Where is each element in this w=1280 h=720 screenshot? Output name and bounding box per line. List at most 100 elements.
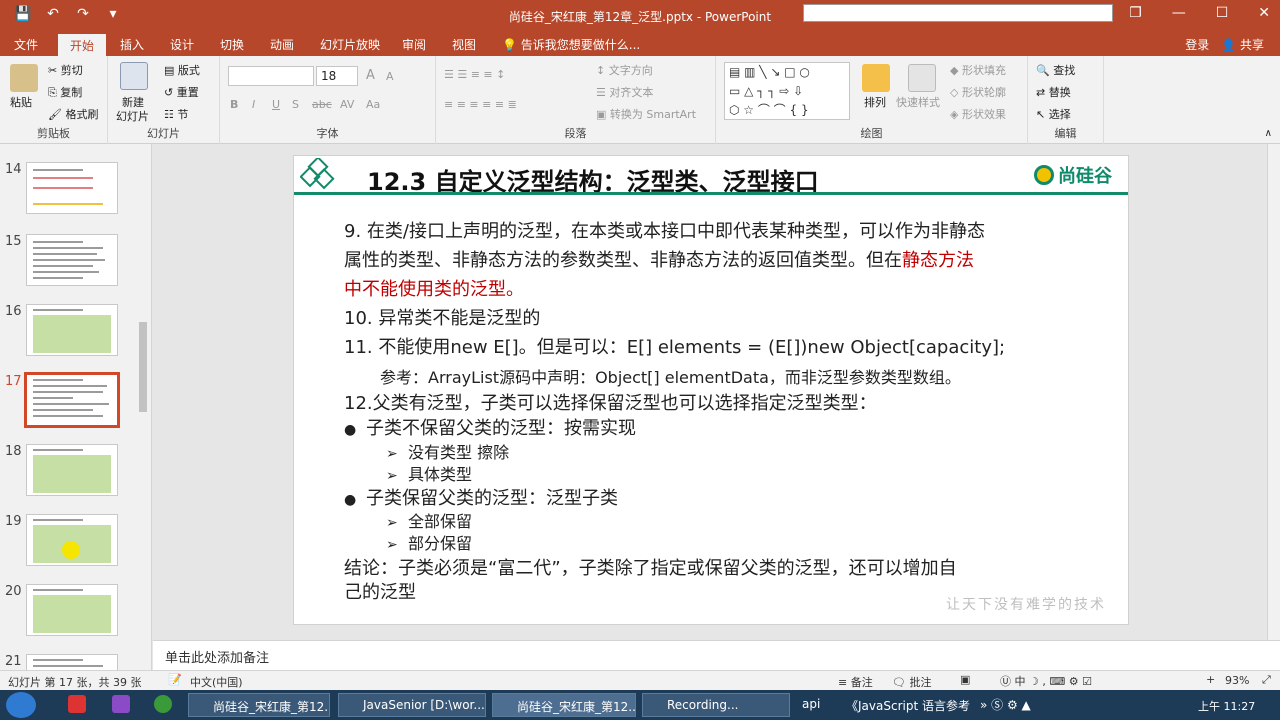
reset-button[interactable]: ↺ 重置 [164,84,199,100]
slide-text-highlight-line[interactable]: 中不能使用类的泛型。 [344,275,524,301]
taskbar-app-icon[interactable] [68,695,86,713]
shape-effects-button[interactable]: ◈ 形状效果 [950,106,1006,122]
collapse-ribbon-icon[interactable]: ∧ [1265,128,1272,139]
thumbnail-image-selected[interactable] [24,372,120,428]
tab-file[interactable]: 文件 [14,36,38,53]
slide-text-line[interactable]: 参考：ArrayList源码中声明：Object[] elementData，而… [380,364,961,388]
new-slide-icon[interactable] [120,62,148,90]
layout-button[interactable]: ▤ 版式 [164,62,200,78]
chrome-icon[interactable] [154,695,172,713]
tab-home[interactable]: 开始 [58,34,107,56]
close-icon[interactable]: ✕ [1258,5,1270,21]
underline-button[interactable]: U [272,98,280,111]
slide-text-line[interactable]: 结论：子类必须是“富二代”，子类除了指定或保留父类的泛型，还可以增加自 [344,554,957,580]
tab-design[interactable]: 设计 [170,36,194,53]
arrange-label[interactable]: 排列 [864,94,886,110]
sub-bullet-item[interactable]: ➢ 具体类型 [386,461,472,485]
notes-placeholder[interactable]: 单击此处添加备注 [165,647,269,666]
tab-transitions[interactable]: 切换 [220,36,244,53]
paste-label[interactable]: 粘贴 [10,94,32,110]
bullet-item[interactable]: ● 子类保留父类的泛型：泛型子类 [344,484,618,510]
tray-icons[interactable]: » Ⓢ ⚙ ▲ [980,696,1031,713]
cut-button[interactable]: ✂ 剪切 [48,62,83,78]
paste-icon[interactable] [10,64,38,92]
replace-button[interactable]: ⇄ 替换 [1036,84,1071,100]
taskbar-app-icon[interactable] [112,695,130,713]
align-icons[interactable]: ≡ ≡ ≡ ≡ ≡ ≣ [444,98,517,111]
strikethrough-button[interactable]: abc [312,98,332,111]
font-size-select[interactable]: 18 [316,66,358,86]
shape-fill-button[interactable]: ◆ 形状填充 [950,62,1006,78]
slide-text-line[interactable]: 12.父类有泛型，子类可以选择保留泛型也可以选择指定泛型类型： [344,389,877,415]
thumbnail-15[interactable]: 15 [0,234,140,290]
shapes-gallery[interactable]: ▤ ▥ ╲ ↘ □ ○ ▭ △ ┐ ┐ ⇨ ⇩ ⬡ ☆ ⌒ ⌒ { } [724,62,850,120]
text-direction-button[interactable]: ↕ 文字方向 [596,62,653,78]
maximize-icon[interactable]: ☐ [1216,5,1229,21]
normal-view-icon[interactable]: ▣ [960,673,970,686]
thumbnail-image[interactable] [26,654,118,670]
minimize-icon[interactable]: — [1172,5,1186,21]
tab-view[interactable]: 视图 [452,36,476,53]
thumbnail-16[interactable]: 16 [0,304,140,360]
align-text-button[interactable]: ☰ 对齐文本 [596,84,653,100]
select-button[interactable]: ↖ 选择 [1036,106,1071,122]
clock[interactable]: 上午 11:27 [1198,698,1255,714]
thumbnail-image[interactable] [26,304,118,356]
italic-button[interactable]: I [252,98,255,111]
taskbar-item[interactable]: 尚硅谷_宋红康_第12... [188,693,330,717]
bullet-item[interactable]: ● 子类不保留父类的泛型：按需实现 [344,414,636,440]
shrink-font-button[interactable]: A [386,70,394,83]
shape-outline-button[interactable]: ◇ 形状轮廓 [950,84,1006,100]
tell-me-search[interactable]: 💡 告诉我您想要做什么... [502,36,640,53]
login-link[interactable]: 登录 [1185,36,1209,53]
zoom-in-icon[interactable]: + [1206,673,1215,686]
sub-bullet-item[interactable]: ➢ 部分保留 [386,530,472,554]
language-indicator[interactable]: 中文(中国) [190,674,243,690]
grow-font-button[interactable]: A [366,68,375,83]
zoom-level[interactable]: 93% [1225,674,1249,687]
thumbnail-image[interactable] [26,584,118,636]
font-family-select[interactable] [228,66,314,86]
thumbnail-18[interactable]: 18 [0,444,140,500]
new-slide-label-2[interactable]: 幻灯片 [116,108,149,124]
slide-scrollbar[interactable] [1267,144,1280,640]
start-button[interactable] [6,692,36,718]
smartart-button[interactable]: ▣ 转换为 SmartArt [596,106,696,122]
thumbnail-17[interactable]: 17 [0,372,140,430]
share-button[interactable]: 👤 共享 [1221,36,1264,53]
format-painter-button[interactable]: 🖌 格式刷 [48,106,98,122]
thumbnail-image[interactable] [26,444,118,496]
taskbar-item-active[interactable]: 尚硅谷_宋红康_第12... [492,693,636,717]
notes-pane[interactable]: 单击此处添加备注 [153,640,1280,670]
copy-button[interactable]: ⎘ 复制 [48,84,82,100]
ribbon-display-icon[interactable]: ❐ [1129,5,1142,21]
arrange-icon[interactable] [862,64,890,92]
thumbnail-image[interactable] [26,162,118,214]
change-case-button[interactable]: Aa [366,98,380,111]
sub-bullet-item[interactable]: ➢ 全部保留 [386,508,472,532]
tray-tab-label[interactable]: 《JavaScript 语言参考... [846,697,970,714]
slide-text-line[interactable]: 属性的类型、非静态方法的参数类型、非静态方法的返回值类型。但在静态方法 [344,246,974,272]
thumbnail-21[interactable]: 21 [0,654,140,670]
ime-toolbar[interactable]: Ⓤ 中 ☽ , ⌨ ⚙ ☑ [1000,673,1092,689]
bold-button[interactable]: B [230,98,238,111]
slide-text-line[interactable]: 己的泛型 [344,578,416,604]
thumbnail-20[interactable]: 20 [0,584,140,640]
current-slide[interactable]: 12.3 自定义泛型结构：泛型类、泛型接口 尚硅谷 9. 在类/接口上声明的泛型… [293,155,1129,625]
taskbar-item[interactable]: Recording... [642,693,790,717]
tab-review[interactable]: 审阅 [402,36,426,53]
notes-button[interactable]: ≡ 备注 [838,674,873,690]
thumbnails-scrollbar-thumb[interactable] [139,322,147,412]
comments-button[interactable]: 🗨 批注 [892,674,931,690]
thumbnail-14[interactable]: 14 [0,162,140,218]
quick-styles-icon[interactable] [908,64,936,92]
char-spacing-button[interactable]: AV [340,98,354,111]
find-button[interactable]: 🔍 查找 [1036,62,1075,78]
tab-animations[interactable]: 动画 [270,36,294,53]
slide-text-line[interactable]: 11. 不能使用new E[]。但是可以：E[] elements = (E[]… [344,333,1005,359]
sub-bullet-item[interactable]: ➢ 没有类型 擦除 [386,439,509,463]
bullets-icon[interactable]: ☰ ☰ ≡ ≡ ↕ [444,68,505,81]
taskbar-item[interactable]: JavaSenior [D:\wor... [338,693,486,717]
section-button[interactable]: ☷ 节 [164,106,188,122]
thumbnail-image[interactable] [26,234,118,286]
